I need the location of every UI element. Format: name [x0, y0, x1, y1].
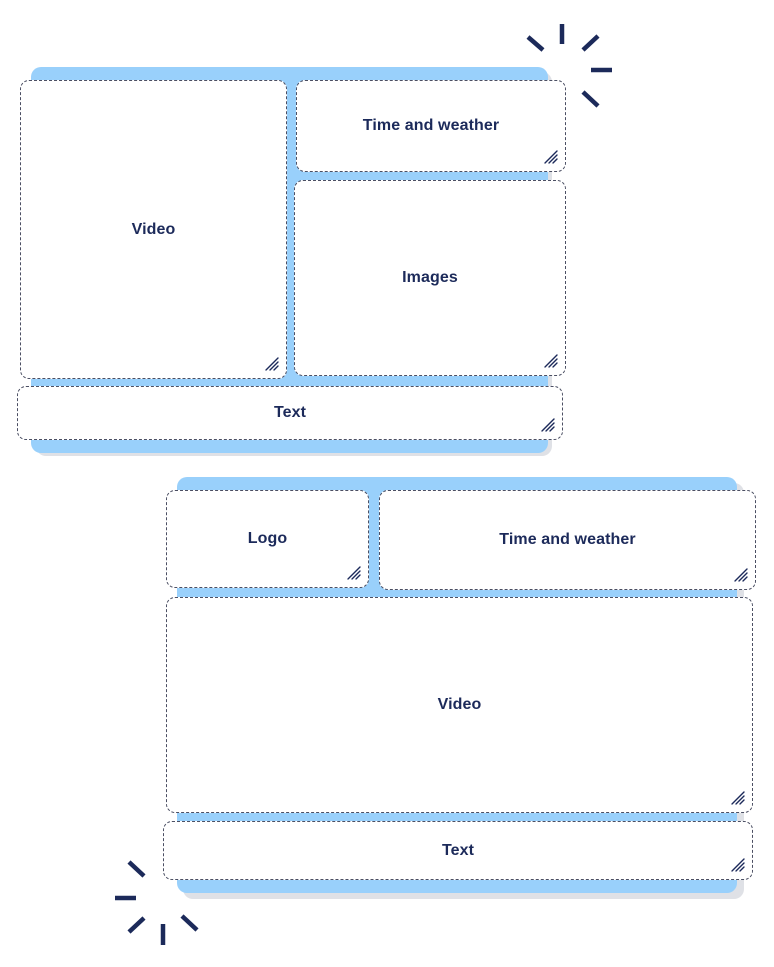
zone-label-time-weather: Time and weather: [499, 531, 636, 548]
layout-a-images-zone[interactable]: Images: [294, 180, 566, 376]
layout-a-text-zone[interactable]: Text: [17, 386, 563, 440]
layout-a-time-weather-zone[interactable]: Time and weather: [296, 80, 566, 172]
zone-label-logo: Logo: [247, 530, 288, 547]
zone-label-video: Video: [437, 696, 482, 713]
zone-label-video: Video: [131, 220, 176, 238]
zone-label-time-weather: Time and weather: [362, 117, 500, 134]
zone-label-images: Images: [402, 269, 458, 286]
layout-b-time-weather-zone[interactable]: Time and weather: [379, 490, 756, 590]
layout-b-video-zone[interactable]: Video: [166, 597, 753, 813]
layout-a-video-zone[interactable]: Video: [20, 80, 287, 379]
resize-handle-icon[interactable]: [729, 856, 747, 874]
zone-label-text: Text: [441, 841, 475, 859]
resize-handle-icon[interactable]: [542, 352, 560, 370]
layout-b-logo-zone[interactable]: Logo: [166, 490, 369, 588]
resize-handle-icon[interactable]: [542, 148, 560, 166]
layout-b-text-zone[interactable]: Text: [163, 821, 753, 880]
resize-handle-icon[interactable]: [729, 789, 747, 807]
resize-handle-icon[interactable]: [539, 416, 557, 434]
resize-handle-icon[interactable]: [345, 564, 363, 582]
sparkle-burst-icon-bottom: [115, 860, 199, 945]
zone-label-text: Text: [273, 404, 307, 421]
layout-diagram-canvas: Video Time and weather Images Text Logo …: [0, 0, 774, 967]
resize-handle-icon[interactable]: [263, 355, 281, 373]
resize-handle-icon[interactable]: [732, 566, 750, 584]
